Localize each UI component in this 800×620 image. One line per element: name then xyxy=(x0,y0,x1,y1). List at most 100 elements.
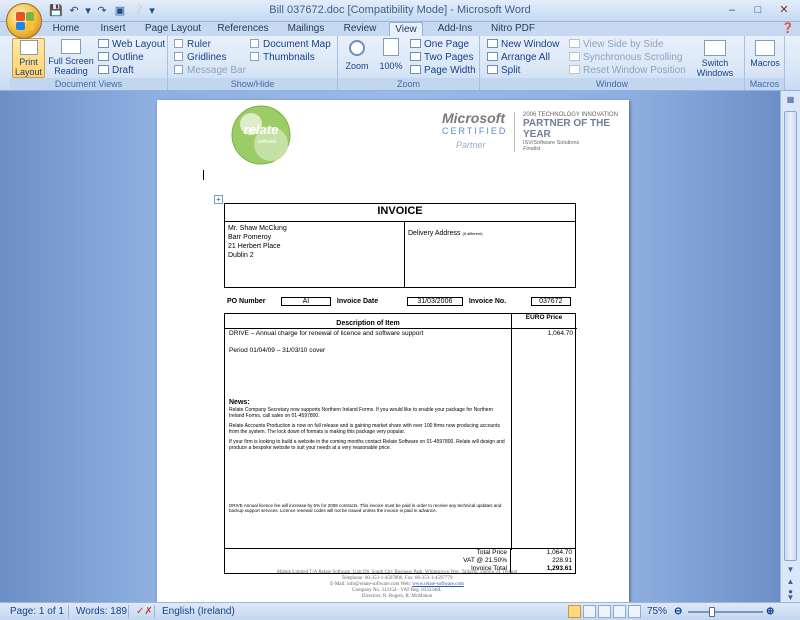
document-map-checkbox[interactable]: Document Map xyxy=(250,39,331,51)
full-screen-reading-button[interactable]: Full Screen Reading xyxy=(48,38,94,78)
gridlines-label: Gridlines xyxy=(187,52,227,63)
gridlines-checkbox[interactable]: Gridlines xyxy=(174,52,226,64)
ruler-checkbox[interactable]: Ruler xyxy=(174,39,211,51)
arrange-all-button[interactable]: Arrange All xyxy=(487,52,550,64)
scrollbar-thumb[interactable] xyxy=(784,111,797,561)
page-width-button[interactable]: Page Width xyxy=(410,65,476,77)
proofing-icon[interactable]: ✓✗ xyxy=(136,606,153,617)
price-header: EURO Price xyxy=(525,314,563,321)
total-row: Total Price 1,064.70 xyxy=(225,549,575,557)
full-screen-reading-icon xyxy=(61,39,81,54)
relate-software-logo: relate software xyxy=(231,105,291,165)
item-line: DRIVE – Annual charge for renewal of lic… xyxy=(229,330,424,337)
ruler-label: Ruler xyxy=(187,39,211,50)
close-icon[interactable]: ✕ xyxy=(772,2,796,18)
award-line4: Finalist xyxy=(523,146,541,152)
vertical-scrollbar[interactable]: ▦ ▲ ▼ ▲ ● ▼ xyxy=(780,91,800,602)
ribbon-tabs: Home Insert Page Layout References Maili… xyxy=(0,22,800,36)
news-item: Relate Company Secretary now supports No… xyxy=(229,407,494,419)
partner-award: 2006 TECHNOLOGY INNOVATION PARTNER OF TH… xyxy=(514,112,619,152)
language-indicator[interactable]: English (Ireland) xyxy=(162,606,235,617)
office-button[interactable] xyxy=(6,3,42,39)
minimize-icon[interactable]: – xyxy=(720,2,744,18)
zoom-level[interactable]: 75% xyxy=(647,606,667,617)
invoice-title: INVOICE xyxy=(224,203,576,222)
switch-windows-button[interactable]: Switch Windows xyxy=(692,38,738,78)
tab-home[interactable]: Home xyxy=(48,22,84,36)
tab-review[interactable]: Review xyxy=(339,22,381,36)
po-number-label: PO Number xyxy=(227,298,266,305)
tab-references[interactable]: References xyxy=(213,22,273,36)
ms-line1: Microsoft xyxy=(442,110,505,126)
macros-button-label: Macros xyxy=(750,58,780,68)
document-map-label: Document Map xyxy=(263,39,331,50)
thumbnails-checkbox[interactable]: Thumbnails xyxy=(250,52,315,64)
page-indicator[interactable]: Page: 1 of 1 xyxy=(10,606,64,617)
print-layout-view-icon[interactable] xyxy=(568,605,581,618)
reset-window-position-label: Reset Window Position xyxy=(583,65,686,76)
tab-add-ins[interactable]: Add-Ins xyxy=(432,22,478,36)
zoom-out-icon[interactable]: ⊖ xyxy=(674,606,682,617)
outline-button[interactable]: Outline xyxy=(98,52,144,64)
two-pages-button[interactable]: Two Pages xyxy=(410,52,473,64)
next-page-icon[interactable]: ▼ xyxy=(783,593,798,602)
address-line: Mr. Shaw McClung xyxy=(228,225,287,232)
maximize-icon[interactable]: □ xyxy=(746,2,770,18)
word-count[interactable]: Words: 189 xyxy=(76,606,127,617)
full-screen-view-icon[interactable] xyxy=(583,605,596,618)
message-bar-checkbox-box xyxy=(174,65,183,74)
one-page-button[interactable]: One Page xyxy=(410,39,469,51)
table-move-handle-icon[interactable]: + xyxy=(214,195,223,204)
ruler-checkbox-box xyxy=(174,39,183,48)
group-show-hide: Ruler Gridlines Message Bar Document Map… xyxy=(168,36,338,90)
website-link[interactable]: www.relate-software.com xyxy=(412,582,464,587)
tab-page-layout[interactable]: Page Layout xyxy=(142,22,204,36)
full-screen-reading-label: Full Screen Reading xyxy=(48,56,94,76)
draft-button[interactable]: Draft xyxy=(98,65,134,77)
title-bar: 💾 ↶ ▾ ↷ ▣ ❔ ▾ Bill 037672.doc [Compatibi… xyxy=(0,0,800,22)
new-window-button[interactable]: New Window xyxy=(487,39,559,51)
split-button[interactable]: Split xyxy=(487,65,520,77)
document-page[interactable]: relate software Microsoft CERTIFIED Part… xyxy=(157,100,629,610)
company-footer: Mabnk Limited T/A Relate Software, Unit … xyxy=(217,570,577,600)
zoom-slider-track[interactable] xyxy=(688,611,763,613)
message-bar-label: Message Bar xyxy=(187,65,246,76)
web-layout-view-icon[interactable] xyxy=(598,605,611,618)
ruler-toggle-icon[interactable]: ▦ xyxy=(783,93,798,106)
thumbnails-checkbox-box xyxy=(250,52,259,61)
delivery-note: (if different) xyxy=(462,231,483,236)
window-controls: – □ ✕ xyxy=(720,2,796,18)
tab-view[interactable]: View xyxy=(389,22,423,36)
zoom-slider-thumb[interactable] xyxy=(709,607,715,617)
help-question-icon[interactable]: ❓ xyxy=(780,22,796,36)
office-logo-icon xyxy=(16,12,34,30)
zoom-label: Zoom xyxy=(345,61,369,71)
switch-windows-icon xyxy=(704,40,726,56)
invoice-no-value: 037672 xyxy=(530,297,571,306)
microsoft-certified-logo: Microsoft CERTIFIED Partner xyxy=(442,110,507,150)
tab-nitro-pdf[interactable]: Nitro PDF xyxy=(488,22,538,36)
zoom-100-label: 100% xyxy=(379,61,403,71)
split-label: Split xyxy=(501,65,521,76)
zoom-in-icon[interactable]: ⊕ xyxy=(766,606,774,617)
macros-button[interactable]: Macros xyxy=(748,38,782,78)
outline-view-icon[interactable] xyxy=(613,605,626,618)
footer-line: Directors: R. Rogers, R. McMahon xyxy=(361,594,433,599)
print-layout-label: Print Layout xyxy=(14,57,43,77)
zoom-100-button[interactable]: 100% xyxy=(376,38,406,78)
print-layout-button[interactable]: Print Layout xyxy=(12,38,45,78)
tab-mailings[interactable]: Mailings xyxy=(282,22,330,36)
group-label-show-hide: Show/Hide xyxy=(168,78,337,90)
invoice-date-label: Invoice Date xyxy=(336,298,379,305)
web-layout-button[interactable]: Web Layout xyxy=(98,39,165,51)
draft-icon xyxy=(98,65,109,74)
invoice-date-value: 31/03/2006 xyxy=(406,297,463,306)
synchronous-scrolling-icon xyxy=(569,52,580,61)
group-macros: Macros Macros xyxy=(745,36,785,90)
draft-view-icon[interactable] xyxy=(628,605,641,618)
logo-text: relate xyxy=(244,122,279,137)
arrange-all-icon xyxy=(487,52,498,61)
zoom-button[interactable]: Zoom xyxy=(342,38,372,78)
ms-line2: CERTIFIED xyxy=(442,126,508,136)
tab-insert[interactable]: Insert xyxy=(95,22,131,36)
